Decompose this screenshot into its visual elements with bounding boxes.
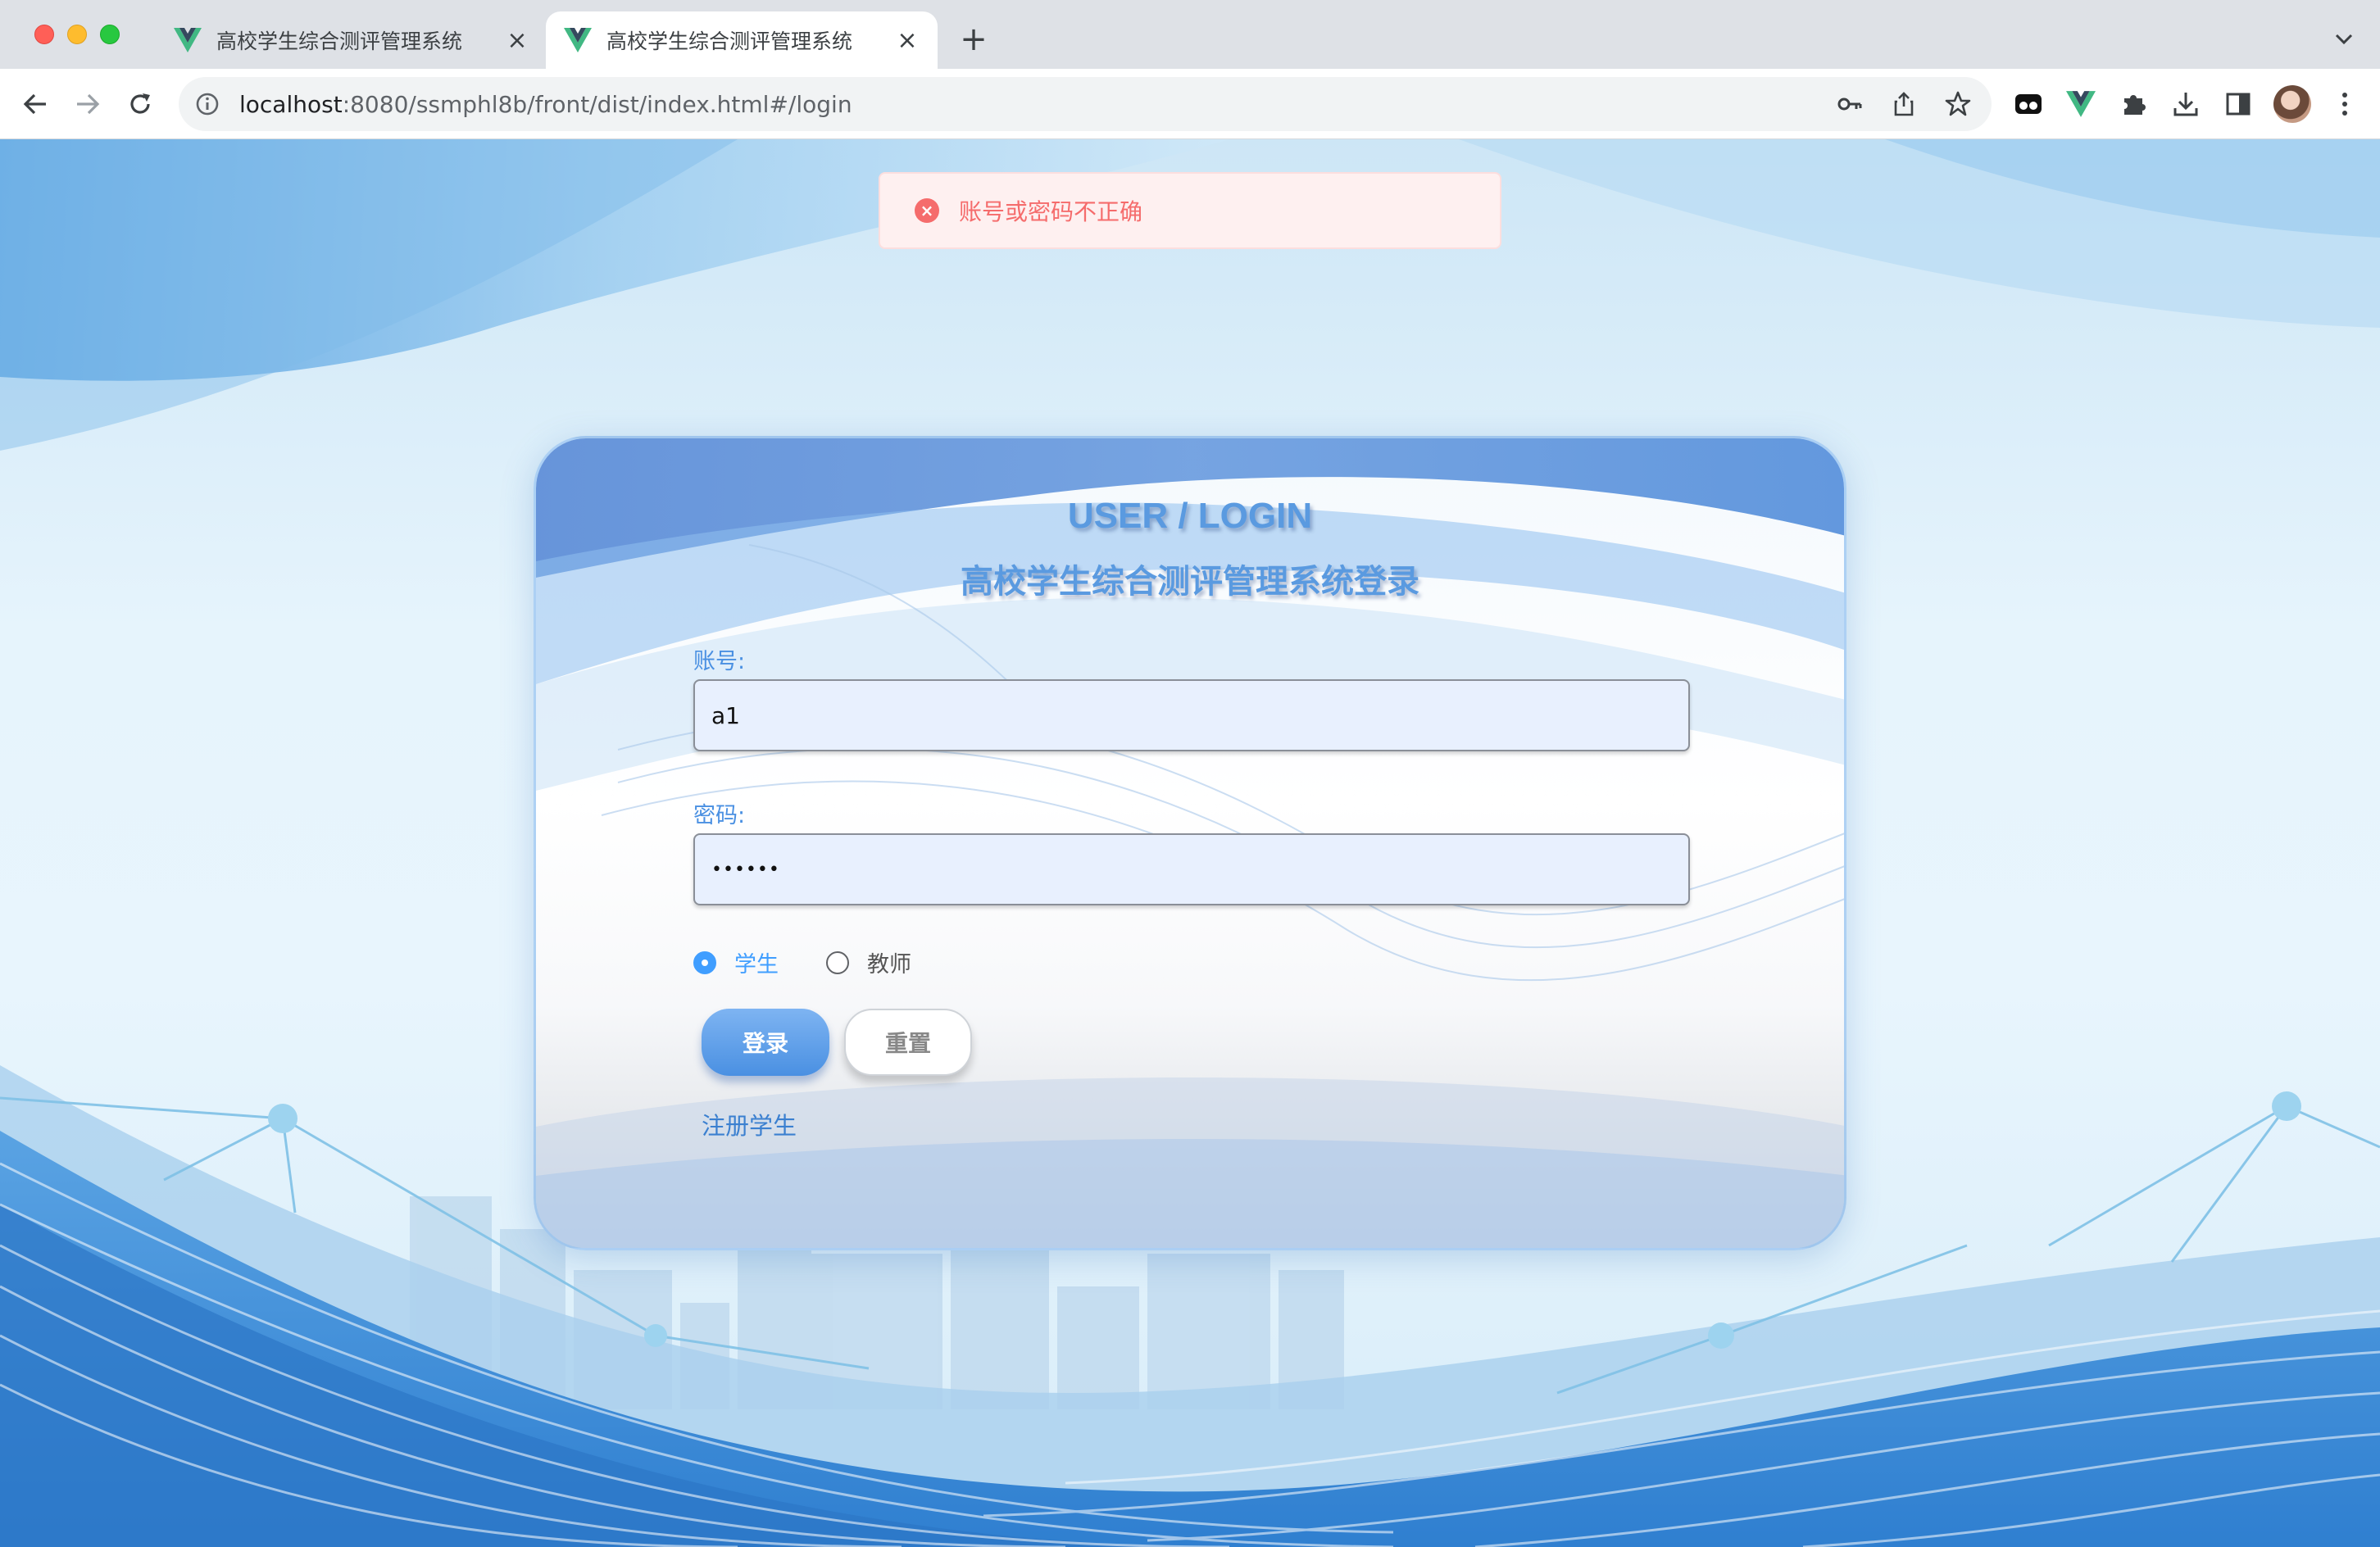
forward-button[interactable] [69,85,107,123]
browser-tab-2[interactable]: 高校学生综合测评管理系统 × [546,11,938,69]
toast-message: 账号或密码不正确 [959,198,1143,225]
arrow-left-icon [23,93,46,115]
browser-toolbar: localhost:8080/ssmphl8b/front/dist/index… [0,69,2380,139]
profile-avatar[interactable] [2273,85,2311,123]
vue-favicon-icon [564,28,592,52]
side-panel-icon[interactable] [2221,87,2255,121]
share-icon[interactable] [1888,88,1919,120]
reload-icon [130,93,150,114]
address-bar-actions [1834,88,1973,120]
role-radio-teacher[interactable]: 教师 [826,946,911,978]
role-radio-group: 学生 教师 [693,946,959,978]
page-viewport: × 账号或密码不正确 USER / LOGIN 高校学生综合测评管理系统登录 账… [0,139,2380,1547]
tab-title: 高校学生综合测评管理系统 [216,29,463,53]
register-student-link[interactable]: 注册学生 [702,1107,797,1141]
radio-unchecked-icon [826,950,849,974]
vue-favicon-icon [174,28,202,52]
close-icon[interactable]: × [505,26,529,55]
puzzle-icon[interactable] [2116,87,2151,121]
reload-button[interactable] [121,85,159,123]
chevron-down-icon[interactable] [2329,25,2359,54]
window-minimize-button[interactable] [67,25,87,44]
reset-button[interactable]: 重置 [844,1009,972,1076]
password-input[interactable]: •••••• [693,833,1690,905]
info-icon[interactable] [195,92,220,116]
error-toast: × 账号或密码不正确 [879,172,1501,249]
url-text: localhost:8080/ssmphl8b/front/dist/index… [239,91,852,118]
account-label: 账号: [693,649,746,674]
arrow-right-icon [77,93,100,115]
browser-tab-strip: 高校学生综合测评管理系统 × 高校学生综合测评管理系统 × + [0,0,2380,69]
role-label: 学生 [734,952,779,978]
new-tab-button[interactable]: + [957,23,990,56]
window-maximize-button[interactable] [100,25,120,44]
vue-devtools-icon[interactable] [2064,87,2098,121]
login-title-en: USER / LOGIN [1067,496,1313,536]
more-menu-icon[interactable] [2328,87,2362,121]
tab-title: 高校学生综合测评管理系统 [606,29,853,53]
login-card: USER / LOGIN 高校学生综合测评管理系统登录 账号: a1 密码: •… [534,436,1846,1250]
url-host: localhost [239,90,343,118]
window-close-button[interactable] [34,25,54,44]
role-radio-student[interactable]: 学生 [693,946,779,978]
password-label: 密码: [693,803,746,828]
extension-icon[interactable] [2011,87,2046,121]
radio-checked-icon [693,950,716,974]
address-bar[interactable]: localhost:8080/ssmphl8b/front/dist/index… [179,77,1992,131]
download-icon[interactable] [2169,87,2203,121]
bookmark-star-icon[interactable] [1942,88,1973,120]
browser-tab-1[interactable]: 高校学生综合测评管理系统 × [156,11,547,69]
role-label: 教师 [867,952,911,978]
back-button[interactable] [16,85,54,123]
login-button[interactable]: 登录 [702,1009,829,1076]
error-circle-icon: × [915,198,939,223]
account-input[interactable]: a1 [693,679,1690,751]
close-icon[interactable]: × [895,26,920,55]
key-icon[interactable] [1834,88,1865,120]
url-path: :8080/ssmphl8b/front/dist/index.html#/lo… [342,90,852,118]
login-title-cn: 高校学生综合测评管理系统登录 [961,563,1419,601]
